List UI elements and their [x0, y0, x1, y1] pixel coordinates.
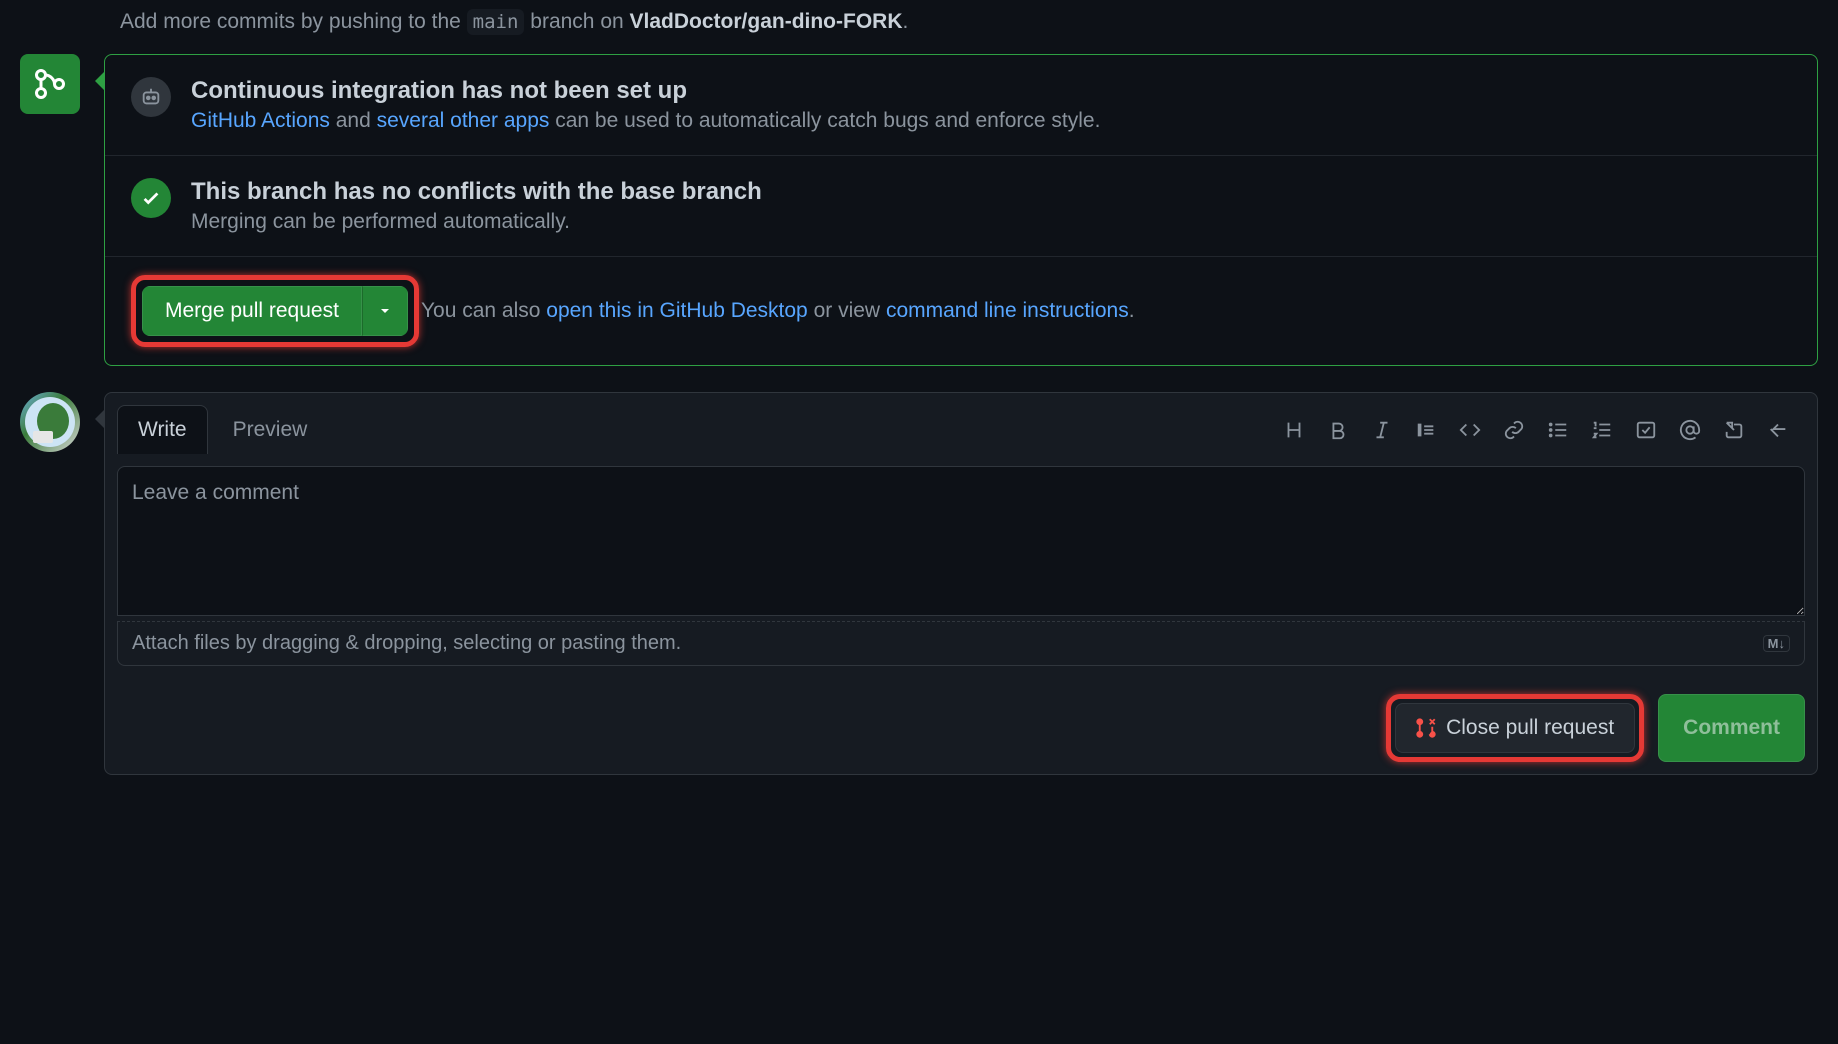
cli-instructions-link[interactable]: command line instructions [886, 299, 1129, 322]
heading-icon[interactable] [1281, 417, 1307, 443]
bullet-list-icon[interactable] [1545, 417, 1571, 443]
merge-hint: You can also open this in GitHub Desktop… [421, 299, 1135, 323]
open-desktop-link[interactable]: open this in GitHub Desktop [546, 299, 807, 322]
comment-actions: Close pull request Comment [105, 678, 1817, 774]
comment-button[interactable]: Comment [1658, 694, 1805, 762]
attach-hint: Attach files by dragging & dropping, sel… [132, 632, 681, 655]
git-merge-icon [32, 66, 68, 102]
git-pr-closed-icon [1416, 718, 1436, 738]
hint-prefix: Add more commits by pushing to the [120, 10, 467, 33]
quote-icon[interactable] [1413, 417, 1439, 443]
repo-name: VladDoctor/gan-dino-FORK [630, 10, 903, 33]
push-hint: Add more commits by pushing to the main … [120, 10, 1818, 34]
user-avatar[interactable] [20, 392, 80, 452]
bold-icon[interactable] [1325, 417, 1351, 443]
link-icon[interactable] [1501, 417, 1527, 443]
github-actions-link[interactable]: GitHub Actions [191, 109, 330, 132]
other-apps-link[interactable]: several other apps [377, 109, 550, 132]
hint-suffix: . [903, 10, 909, 33]
branch-name: main [467, 9, 525, 35]
comment-textarea[interactable] [117, 466, 1805, 616]
caret-down-icon [379, 305, 391, 317]
close-highlight: Close pull request [1386, 694, 1644, 762]
merge-status-badge [20, 54, 80, 114]
close-label: Close pull request [1446, 716, 1614, 740]
merge-panel: Continuous integration has not been set … [104, 54, 1818, 366]
ci-section: Continuous integration has not been set … [105, 55, 1817, 155]
merge-highlight: Merge pull request [131, 275, 419, 347]
attach-row[interactable]: Attach files by dragging & dropping, sel… [117, 621, 1805, 666]
reply-icon[interactable] [1765, 417, 1791, 443]
ordered-list-icon[interactable] [1589, 417, 1615, 443]
conflicts-title: This branch has no conflicts with the ba… [191, 178, 762, 206]
merge-options-dropdown[interactable] [362, 286, 408, 336]
comment-panel: Write Preview Attach files by dragging [104, 392, 1818, 775]
bot-icon [131, 77, 171, 117]
check-icon [131, 178, 171, 218]
ci-title: Continuous integration has not been set … [191, 77, 1100, 105]
tab-row: Write Preview [105, 393, 1817, 454]
conflicts-sub: Merging can be performed automatically. [191, 210, 762, 234]
mention-icon[interactable] [1677, 417, 1703, 443]
conflicts-section: This branch has no conflicts with the ba… [105, 155, 1817, 256]
markdown-badge[interactable]: M↓ [1763, 635, 1790, 652]
tab-write[interactable]: Write [117, 405, 208, 454]
formatting-toolbar [1281, 417, 1805, 443]
tab-preview[interactable]: Preview [212, 405, 329, 454]
cross-reference-icon[interactable] [1721, 417, 1747, 443]
avatar-image [25, 397, 75, 447]
tasklist-icon[interactable] [1633, 417, 1659, 443]
ci-sub: GitHub Actions and several other apps ca… [191, 109, 1100, 133]
code-icon[interactable] [1457, 417, 1483, 443]
merge-pull-request-button[interactable]: Merge pull request [142, 286, 362, 336]
hint-mid: branch on [524, 10, 629, 33]
italic-icon[interactable] [1369, 417, 1395, 443]
merge-action-row: Merge pull request You can also open thi… [105, 256, 1817, 365]
close-pull-request-button[interactable]: Close pull request [1395, 703, 1635, 753]
